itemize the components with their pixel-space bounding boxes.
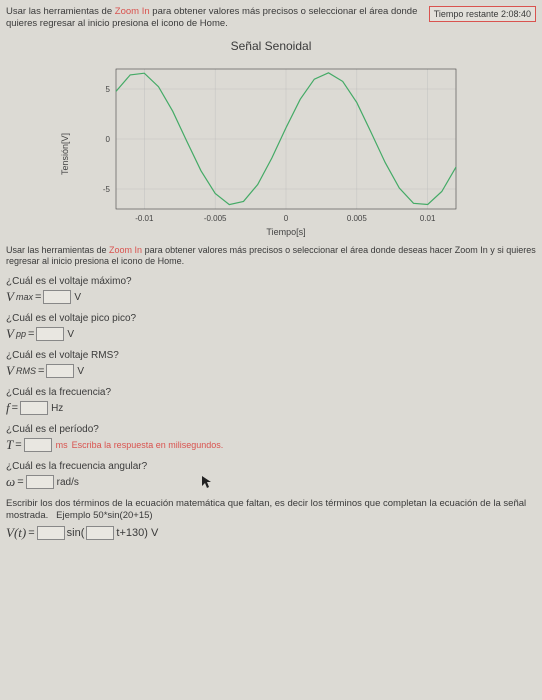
svg-text:-0.005: -0.005 <box>204 214 227 223</box>
q-vpp-formula: Vpp = V <box>6 326 536 342</box>
instruction-2: Usar las herramientas de Zoom In para ob… <box>6 245 536 268</box>
svg-text:-0.01: -0.01 <box>135 214 154 223</box>
header-instruction: Usar las herramientas de Zoom In para ob… <box>6 6 425 31</box>
cursor-icon <box>201 475 213 489</box>
chart-container: Señal Senoidal Tensión[V] -5 0 5 -0.01 -0.00… <box>51 39 491 239</box>
essay-arg-input[interactable] <box>86 526 114 540</box>
svg-text:0.01: 0.01 <box>420 214 436 223</box>
zoom-in-text: Zoom In <box>115 6 150 17</box>
svg-text:0: 0 <box>106 135 111 144</box>
essay-amp-input[interactable] <box>37 526 65 540</box>
q-vrms-label: ¿Cuál es el voltaje RMS? <box>6 350 536 361</box>
svg-text:-5: -5 <box>103 185 111 194</box>
omega-input[interactable] <box>26 475 54 489</box>
q-freq-label: ¿Cuál es la frecuencia? <box>6 387 536 398</box>
chart-svg[interactable]: Tensión[V] -5 0 5 -0.01 -0.005 0 0.005 0.01 Tie… <box>56 59 486 239</box>
timer-box: Tiempo restante 2:08:40 <box>429 6 536 22</box>
q-period-label: ¿Cuál es el período? <box>6 424 536 435</box>
q-omega-formula: ω = rad/s <box>6 474 536 490</box>
vrms-input[interactable] <box>46 364 74 378</box>
zoom-in-text-2: Zoom In <box>109 245 142 255</box>
q-period-formula: T = ms Escriba la respuesta en milisegun… <box>6 437 536 453</box>
q-vrms-formula: VRMS = V <box>6 363 536 379</box>
svg-text:0: 0 <box>284 214 289 223</box>
q-omega-label: ¿Cuál es la frecuencia angular? <box>6 461 536 472</box>
vpp-input[interactable] <box>36 327 64 341</box>
period-input[interactable] <box>24 438 52 452</box>
essay-instruction: Escribir los dos términos de la ecuación… <box>6 498 536 523</box>
vmax-input[interactable] <box>43 290 71 304</box>
chart-title: Señal Senoidal <box>51 39 491 53</box>
freq-input[interactable] <box>20 401 48 415</box>
y-axis-label: Tensión[V] <box>60 133 70 175</box>
q-vmax-label: ¿Cuál es el voltaje máximo? <box>6 276 536 287</box>
x-axis-label: Tiempo[s] <box>266 227 305 237</box>
q-vpp-label: ¿Cuál es el voltaje pico pico? <box>6 313 536 324</box>
essay-formula: V(t) = sin( t+130) V <box>6 525 536 541</box>
svg-text:0.005: 0.005 <box>347 214 368 223</box>
svg-text:5: 5 <box>106 85 111 94</box>
period-hint: Escriba la respuesta en milisegundos. <box>72 440 224 450</box>
q-freq-formula: f = Hz <box>6 400 536 416</box>
q-vmax-formula: Vmax = V <box>6 289 536 305</box>
